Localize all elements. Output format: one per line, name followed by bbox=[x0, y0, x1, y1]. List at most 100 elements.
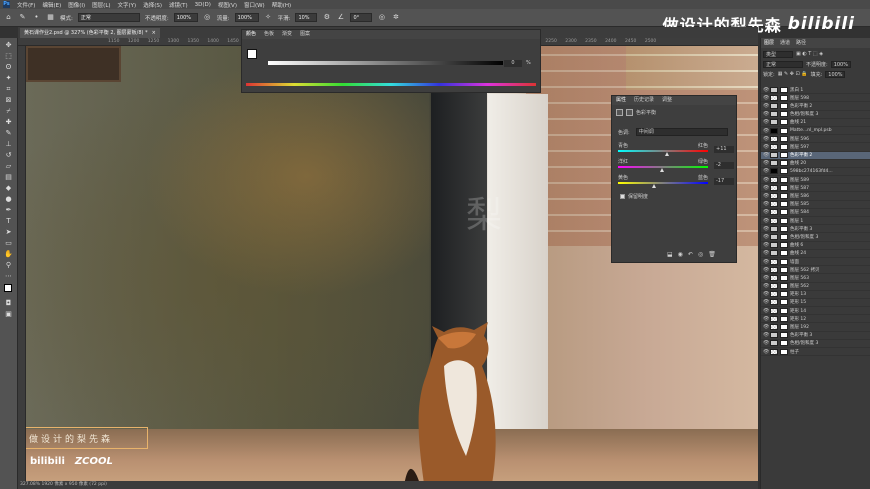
layer-name[interactable]: 色相/饱和度 3 bbox=[790, 340, 818, 346]
smoothing-field[interactable]: 10% bbox=[295, 13, 318, 22]
magenta-green-thumb[interactable] bbox=[660, 168, 664, 172]
layer-row[interactable]: 👁 墙面 bbox=[761, 258, 870, 267]
layer-name[interactable]: 墙面 bbox=[790, 259, 799, 265]
layer-mask-thumbnail[interactable] bbox=[780, 340, 788, 347]
quick-mask-icon[interactable]: ◘ bbox=[3, 299, 15, 308]
visibility-eye-icon[interactable]: 👁 bbox=[763, 168, 769, 174]
visibility-eye-icon[interactable]: 👁 bbox=[763, 103, 769, 109]
angle-field[interactable]: 0° bbox=[350, 13, 373, 22]
visibility-eye-icon[interactable]: 👁 bbox=[763, 119, 769, 125]
layer-name[interactable]: 曲线 24 bbox=[790, 250, 806, 256]
layer-filter-select[interactable]: 类型 bbox=[763, 50, 793, 58]
layer-mask-thumbnail[interactable] bbox=[780, 135, 788, 142]
layer-name[interactable]: 曲线 20 bbox=[790, 160, 806, 166]
preserve-luminosity[interactable]: 保留明度 bbox=[620, 193, 648, 200]
lock-icons[interactable]: ▦ ✎ ✥ ⊡ 🔒 bbox=[778, 71, 808, 77]
symmetry-icon[interactable]: ✲ bbox=[391, 13, 400, 22]
menu-window[interactable]: 窗口(W) bbox=[244, 1, 265, 9]
layer-row[interactable]: 👁 矩形 12 bbox=[761, 315, 870, 324]
layer-mask-thumbnail[interactable] bbox=[780, 119, 788, 126]
magic-wand-icon[interactable]: ✦ bbox=[3, 74, 15, 83]
layer-name[interactable]: 图层 598 bbox=[790, 95, 809, 101]
history-brush-icon[interactable]: ↺ bbox=[3, 151, 15, 160]
layer-name[interactable]: 曲线 6 bbox=[790, 242, 803, 248]
magenta-green-value[interactable]: -2 bbox=[714, 162, 734, 169]
layer-name[interactable]: 色相/饱和度 3 bbox=[790, 111, 818, 117]
layer-name[interactable]: 图层 192 bbox=[790, 324, 809, 330]
layer-row[interactable]: 👁 柱子 bbox=[761, 348, 870, 357]
layer-row[interactable]: 👁 色相/饱和度 3 bbox=[761, 111, 870, 119]
layer-name[interactable]: 色彩平衡 3 bbox=[790, 226, 812, 232]
visibility-eye-icon[interactable]: 👁 bbox=[763, 250, 769, 256]
visibility-eye-icon[interactable]: 👁 bbox=[763, 316, 769, 322]
visibility-eye-icon[interactable]: 👁 bbox=[763, 87, 769, 93]
layer-mask-thumbnail[interactable] bbox=[780, 127, 788, 134]
layer-row[interactable]: 👁 色彩平衡 2 bbox=[761, 151, 870, 160]
dodge-tool-icon[interactable]: ● bbox=[3, 195, 15, 204]
visibility-eye-icon[interactable]: 👁 bbox=[763, 324, 769, 330]
layer-mask-thumbnail[interactable] bbox=[780, 324, 788, 331]
menu-layer[interactable]: 图层(L) bbox=[92, 1, 110, 9]
screen-mode-icon[interactable]: ▣ bbox=[3, 310, 15, 319]
layer-row[interactable]: 👁 图层 584 bbox=[761, 209, 870, 217]
layer-name[interactable]: 图层 562 拷贝 bbox=[790, 267, 819, 273]
brush-size-icon[interactable]: • bbox=[32, 13, 41, 22]
layer-name[interactable]: 色彩平衡 2 bbox=[790, 152, 812, 158]
visibility-eye-icon[interactable]: 👁 bbox=[763, 234, 769, 240]
layer-row[interactable]: 👁 色彩平衡 3 bbox=[761, 225, 870, 234]
yellow-blue-value[interactable]: -17 bbox=[714, 178, 734, 185]
layer-row[interactable]: 👁 图层 562 bbox=[761, 283, 870, 291]
visibility-eye-icon[interactable]: 👁 bbox=[763, 226, 769, 232]
layer-mask-thumbnail[interactable] bbox=[780, 250, 788, 257]
menu-filter[interactable]: 滤镜(T) bbox=[169, 1, 188, 9]
layer-name[interactable]: 矩形 14 bbox=[790, 308, 806, 314]
layer-name[interactable]: 矩形 12 bbox=[790, 316, 806, 322]
shape-tool-icon[interactable]: ▭ bbox=[3, 239, 15, 248]
layer-mask-thumbnail[interactable] bbox=[780, 201, 788, 208]
type-tool-icon[interactable]: T bbox=[3, 217, 15, 226]
stamp-tool-icon[interactable]: ⊥ bbox=[3, 140, 15, 149]
layer-row[interactable]: 👁 矩形 15 bbox=[761, 299, 870, 308]
delete-icon[interactable]: 🗑 bbox=[708, 251, 716, 258]
layer-name[interactable]: 色相/饱和度 3 bbox=[790, 234, 818, 240]
layer-row[interactable]: 👁 图层 585 bbox=[761, 201, 870, 209]
layer-row[interactable]: 👁 图层 562 拷贝 bbox=[761, 266, 870, 275]
layer-mask-thumbnail[interactable] bbox=[780, 143, 788, 150]
layer-mask-thumbnail[interactable] bbox=[780, 242, 788, 249]
pressure-size-icon[interactable]: ◎ bbox=[377, 13, 386, 22]
brush-tool-icon-side[interactable]: ✎ bbox=[3, 129, 15, 138]
layer-row[interactable]: 👁 色相/饱和度 3 bbox=[761, 340, 870, 348]
visibility-eye-icon[interactable]: 👁 bbox=[763, 144, 769, 150]
visibility-eye-icon[interactable]: 👁 bbox=[763, 349, 769, 355]
menu-file[interactable]: 文件(F) bbox=[17, 1, 35, 9]
visibility-eye-icon[interactable]: 👁 bbox=[763, 299, 769, 305]
frame-tool-icon[interactable]: ⊠ bbox=[3, 96, 15, 105]
layer-mask-thumbnail[interactable] bbox=[780, 283, 788, 290]
visibility-icon[interactable]: ◎ bbox=[698, 251, 703, 258]
tab-swatches[interactable]: 色板 bbox=[264, 30, 274, 39]
layer-name[interactable]: 图层 587 bbox=[790, 185, 809, 191]
layer-row[interactable]: 👁 色彩平衡 3 bbox=[761, 332, 870, 340]
layer-name[interactable]: 矩形 15 bbox=[790, 299, 806, 305]
layer-row[interactable]: 👁 图层 1 bbox=[761, 217, 870, 226]
yellow-blue-thumb[interactable] bbox=[652, 184, 656, 188]
eyedropper-icon[interactable]: ⌿ bbox=[3, 107, 15, 116]
brightness-slider[interactable] bbox=[268, 61, 503, 65]
layer-row[interactable]: 👁 曲线 21 bbox=[761, 119, 870, 127]
layer-name[interactable]: 黑白 1 bbox=[790, 87, 803, 93]
layer-name[interactable]: Matte...nl_mpl.psb bbox=[790, 128, 832, 133]
opacity-field[interactable]: 100% bbox=[173, 13, 198, 22]
layer-mask-thumbnail[interactable] bbox=[780, 274, 788, 281]
fill-field[interactable]: 100% bbox=[825, 70, 846, 78]
foreground-swatch[interactable] bbox=[247, 49, 257, 59]
more-tools-icon[interactable]: ⋯ bbox=[3, 272, 15, 281]
hand-tool-icon[interactable]: ✋ bbox=[3, 250, 15, 259]
brush-tool-icon[interactable]: ✎ bbox=[18, 13, 27, 22]
layer-name[interactable]: 图层 562 bbox=[790, 283, 809, 289]
layer-name[interactable]: 色彩平衡 3 bbox=[790, 332, 812, 338]
blend-mode-select[interactable]: 正常 bbox=[763, 60, 803, 68]
document-tab[interactable]: 黄石课作业2.psd @ 327% (色彩平衡 2, 图层蒙板/8) * × bbox=[20, 28, 160, 38]
view-previous-icon[interactable]: ◉ bbox=[678, 251, 683, 258]
gradient-tool-icon[interactable]: ▤ bbox=[3, 173, 15, 182]
layer-row[interactable]: 👁 图层 587 bbox=[761, 184, 870, 193]
